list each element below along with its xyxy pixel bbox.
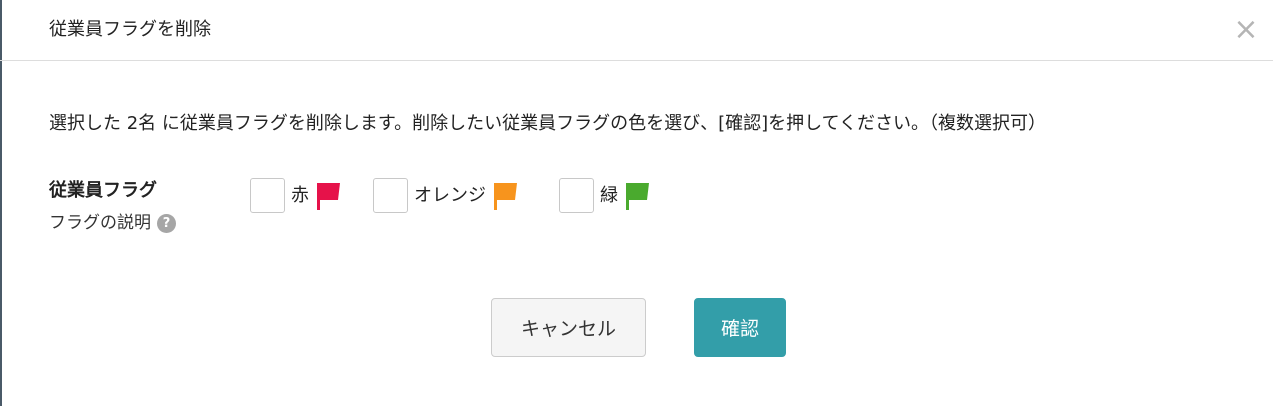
flag-option-red[interactable]: 赤 xyxy=(250,177,342,214)
flag-field-label: 従業員フラグ xyxy=(49,180,157,201)
flag-help-row: フラグの説明 ? xyxy=(49,211,176,235)
flag-option-green[interactable]: 緑 xyxy=(559,177,651,214)
confirm-button[interactable]: 確認 xyxy=(694,298,786,357)
red-flag-icon xyxy=(317,182,340,210)
flag-option-label: 赤 xyxy=(291,184,309,206)
checkbox-green[interactable] xyxy=(559,178,594,213)
checkbox-orange[interactable] xyxy=(373,178,408,213)
close-icon[interactable]: × xyxy=(1233,15,1259,45)
checkbox-red[interactable] xyxy=(250,178,285,213)
delete-flag-dialog: 従業員フラグを削除 × 選択した 2名 に従業員フラグを削除します。削除したい従… xyxy=(0,0,1273,406)
question-circle-icon[interactable]: ? xyxy=(157,213,176,233)
orange-flag-icon xyxy=(494,182,517,210)
dialog-title: 従業員フラグを削除 xyxy=(49,19,211,40)
cancel-button[interactable]: キャンセル xyxy=(491,298,646,357)
flag-option-label: 緑 xyxy=(600,184,618,206)
green-flag-icon xyxy=(626,182,649,210)
flag-option-orange[interactable]: オレンジ xyxy=(373,177,519,214)
flag-help-text: フラグの説明 xyxy=(49,213,151,233)
instruction-message: 選択した 2名 に従業員フラグを削除します。削除したい従業員フラグの色を選び、[… xyxy=(49,113,1047,134)
dialog-header: 従業員フラグを削除 × xyxy=(0,0,1273,61)
flag-option-label: オレンジ xyxy=(414,184,486,206)
